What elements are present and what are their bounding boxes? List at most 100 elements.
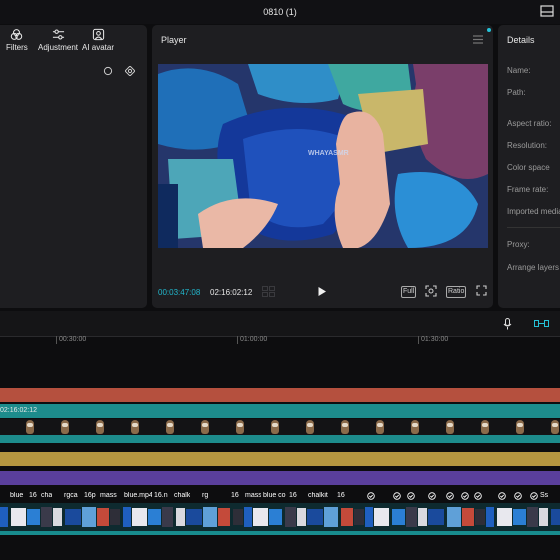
- clip-thumbnail: [307, 509, 323, 525]
- play-icon[interactable]: [317, 286, 327, 297]
- crop-icon[interactable]: [425, 285, 437, 297]
- ruler-tick: 00:30:00: [56, 336, 86, 344]
- clip-thumbnail: [162, 507, 173, 527]
- name-label: Name:: [507, 66, 531, 75]
- frame-rate-label: Frame rate:: [507, 185, 549, 194]
- full-button[interactable]: Full: [401, 286, 417, 298]
- ai-avatar-label: AI avatar: [82, 43, 115, 52]
- clip-label: 16: [289, 492, 297, 499]
- check-circle-icon: [446, 492, 454, 500]
- video-track-header[interactable]: [0, 404, 560, 418]
- clip-thumbnail: [365, 507, 373, 527]
- layout-icon[interactable]: [540, 5, 554, 17]
- clip-label: blue co: [263, 492, 286, 499]
- main-clip-strip[interactable]: [0, 503, 560, 531]
- clip-thumbnail: [418, 508, 427, 526]
- clip-label: chalk: [174, 492, 191, 499]
- link-icon[interactable]: [534, 319, 549, 328]
- clip-thumbnail: [41, 507, 52, 527]
- check-circle-icon: [474, 492, 482, 500]
- clip-thumbnail: [97, 508, 109, 526]
- ratio-button[interactable]: Ratio: [446, 286, 467, 298]
- filters-label: Filters: [6, 43, 28, 52]
- thumbnail-frame: [551, 420, 559, 434]
- thumbnail-frame: [306, 420, 314, 434]
- thumbnail-frame: [376, 420, 384, 434]
- avatar-icon: [92, 28, 104, 41]
- audio-track-purple[interactable]: [0, 471, 560, 485]
- clip-thumbnail: [186, 509, 202, 525]
- clip-thumbnail: [82, 507, 96, 527]
- clip-thumbnail: [123, 507, 131, 527]
- clip-thumbnail: [132, 508, 147, 526]
- clip-thumbnail: [176, 508, 185, 526]
- filters-tab[interactable]: Filters: [6, 28, 28, 52]
- clip-thumbnail: [0, 507, 8, 527]
- current-time: 00:03:47:08: [158, 288, 201, 297]
- timeline-ruler[interactable]: 00:30:00 01:00:00 01:30:00: [0, 336, 560, 348]
- clip-label-row: blue 16 cha rgca 16p mass blue.mp4 16.n chalk rg 1…: [0, 492, 560, 503]
- thumbnail-frame: [341, 420, 349, 434]
- clip-thumbnail: [53, 508, 62, 526]
- video-preview[interactable]: WHAYASMR: [158, 64, 488, 248]
- check-circle-icon: [367, 492, 375, 500]
- audio-track-gold[interactable]: [0, 452, 560, 466]
- settings-icon[interactable]: [125, 66, 135, 76]
- clip-thumbnail: [341, 508, 353, 526]
- details-panel: Details Name: Path: Aspect ratio: Resolu…: [498, 25, 560, 308]
- clip-label: 16.n: [154, 492, 168, 499]
- thumbnail-frame: [236, 420, 244, 434]
- ai-avatar-tab[interactable]: AI avatar: [82, 28, 114, 52]
- clip-label: Ss: [540, 492, 549, 499]
- adjustment-tab[interactable]: Adjustment: [38, 28, 78, 52]
- clip-label: 16: [231, 492, 239, 499]
- refresh-icon[interactable]: [103, 66, 113, 76]
- timeline-toolbar: [0, 311, 560, 337]
- grid-icon[interactable]: [262, 286, 276, 297]
- thumbnail-frame: [516, 420, 524, 434]
- clip-thumbnail: [27, 509, 40, 525]
- color-space-label: Color space: [507, 163, 550, 172]
- clip-thumbnail: [324, 507, 338, 527]
- check-circle-icon: [393, 492, 401, 500]
- clip-thumbnail: [11, 508, 26, 526]
- clip-thumbnail: [218, 508, 230, 526]
- clip-label: chalkit: [308, 492, 328, 499]
- clip-thumbnail: [475, 509, 485, 525]
- player-panel: Player WHAYASMR 00:03:47:08 02:16:02:12: [152, 25, 493, 308]
- thumbnail-frame: [481, 420, 489, 434]
- title-bar: 0810 (1): [0, 0, 560, 24]
- clip-thumbnail: [253, 508, 268, 526]
- clip-label: 16: [29, 492, 37, 499]
- check-circle-icon: [407, 492, 415, 500]
- thumbnail-frame: [166, 420, 174, 434]
- thumbnail-frame: [61, 420, 69, 434]
- clip-thumbnail: [203, 507, 217, 527]
- audio-track-red[interactable]: [0, 388, 560, 402]
- clip-thumbnail: [148, 509, 161, 525]
- thumbnail-frame: [446, 420, 454, 434]
- clip-label: rg: [202, 492, 209, 499]
- menu-icon[interactable]: [473, 35, 483, 44]
- clip-thumbnail: [539, 508, 548, 526]
- thumbnail-frame: [96, 420, 104, 434]
- clip-thumbnail: [497, 508, 512, 526]
- ruler-tick: 01:00:00: [237, 336, 267, 344]
- status-dot: [487, 28, 491, 32]
- divider: [507, 227, 560, 228]
- video-thumbnail-strip[interactable]: [0, 419, 560, 435]
- clip-thumbnail: [269, 509, 282, 525]
- window-title: 0810 (1): [263, 7, 297, 17]
- player-title: Player: [161, 35, 187, 45]
- clip-label: blue: [10, 492, 24, 499]
- fullscreen-icon[interactable]: [476, 285, 487, 296]
- clip-thumbnail: [297, 508, 306, 526]
- thumbnail-frame: [26, 420, 34, 434]
- clip-strip-footer: [0, 531, 560, 535]
- check-circle-icon: [514, 492, 522, 500]
- filters-icon: [11, 29, 23, 40]
- clip-thumbnail: [447, 507, 461, 527]
- video-watermark: WHAYASMR: [308, 150, 349, 157]
- details-title: Details: [507, 35, 535, 45]
- microphone-icon[interactable]: [503, 318, 512, 330]
